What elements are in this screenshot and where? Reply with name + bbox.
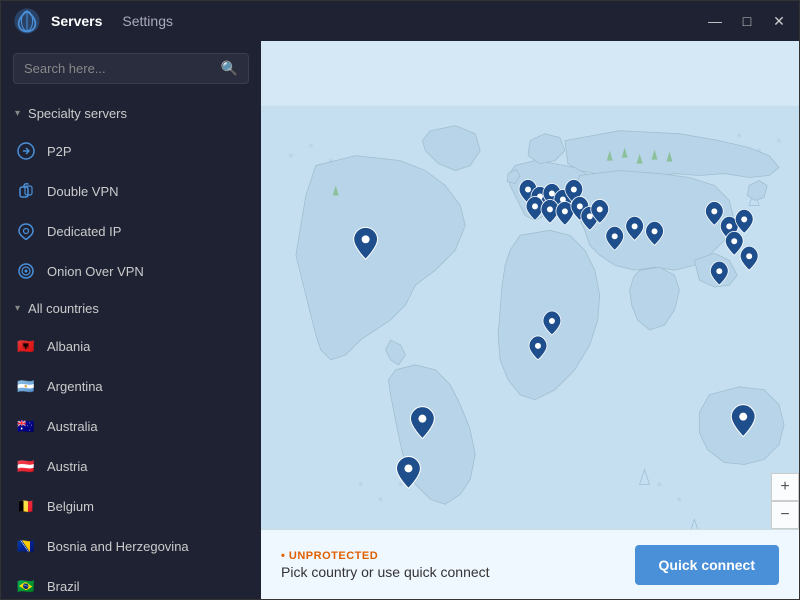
country-belgium: Belgium (47, 499, 94, 514)
sidebar-item-brazil[interactable]: 🇧🇷 Brazil (1, 566, 261, 599)
sidebar-item-argentina[interactable]: 🇦🇷 Argentina (1, 366, 261, 406)
app-logo (13, 7, 41, 35)
flag-austria: 🇦🇹 (15, 455, 37, 477)
quick-connect-button[interactable]: Quick connect (635, 545, 779, 585)
country-albania: Albania (47, 339, 90, 354)
country-bosnia: Bosnia and Herzegovina (47, 539, 189, 554)
dedicated-ip-icon (15, 220, 37, 242)
close-button[interactable]: ✕ (771, 13, 787, 30)
search-bar[interactable]: 🔍 (13, 53, 249, 84)
sidebar-item-australia[interactable]: 🇦🇺 Australia (1, 406, 261, 446)
map-area: • UNPROTECTED Pick country or use quick … (261, 41, 799, 599)
world-map (261, 41, 799, 599)
main-content: 🔍 ▾ Specialty servers P2P (1, 41, 799, 599)
sidebar-item-onion-vpn[interactable]: Onion Over VPN (1, 251, 261, 291)
minimize-button[interactable]: — (707, 13, 723, 29)
sidebar-item-p2p[interactable]: P2P (1, 131, 261, 171)
sidebar-list: ▾ Specialty servers P2P (1, 96, 261, 599)
sidebar-item-belgium[interactable]: 🇧🇪 Belgium (1, 486, 261, 526)
p2p-icon (15, 140, 37, 162)
zoom-out-button[interactable]: − (771, 501, 799, 529)
double-vpn-label: Double VPN (47, 184, 119, 199)
country-argentina: Argentina (47, 379, 103, 394)
title-bar-nav: Servers Settings (51, 13, 707, 29)
sidebar: 🔍 ▾ Specialty servers P2P (1, 41, 261, 599)
country-austria: Austria (47, 459, 87, 474)
flag-bosnia: 🇧🇦 (15, 535, 37, 557)
dedicated-ip-label: Dedicated IP (47, 224, 121, 239)
flag-argentina: 🇦🇷 (15, 375, 37, 397)
onion-vpn-label: Onion Over VPN (47, 264, 144, 279)
double-vpn-icon (15, 180, 37, 202)
title-bar-controls: — □ ✕ (707, 13, 787, 30)
zoom-in-button[interactable]: + (771, 473, 799, 501)
all-countries-section[interactable]: ▾ All countries (1, 291, 261, 326)
flag-australia: 🇦🇺 (15, 415, 37, 437)
status-text-block: • UNPROTECTED Pick country or use quick … (281, 550, 615, 580)
chevron-down-icon-countries: ▾ (15, 303, 20, 314)
sidebar-item-double-vpn[interactable]: Double VPN (1, 171, 261, 211)
flag-belgium: 🇧🇪 (15, 495, 37, 517)
nav-settings[interactable]: Settings (122, 13, 173, 29)
chevron-down-icon: ▾ (15, 108, 20, 119)
title-bar: Servers Settings — □ ✕ (1, 1, 799, 41)
sidebar-item-austria[interactable]: 🇦🇹 Austria (1, 446, 261, 486)
maximize-button[interactable]: □ (739, 13, 755, 29)
onion-vpn-icon (15, 260, 37, 282)
flag-albania: 🇦🇱 (15, 335, 37, 357)
flag-brazil: 🇧🇷 (15, 575, 37, 597)
search-icon: 🔍 (221, 60, 238, 77)
nav-servers[interactable]: Servers (51, 13, 102, 29)
country-australia: Australia (47, 419, 98, 434)
map-controls: + − (771, 473, 799, 529)
sidebar-item-dedicated-ip[interactable]: Dedicated IP (1, 211, 261, 251)
sidebar-item-albania[interactable]: 🇦🇱 Albania (1, 326, 261, 366)
bottom-status-bar: • UNPROTECTED Pick country or use quick … (261, 529, 799, 599)
unprotected-label: • UNPROTECTED (281, 550, 615, 562)
sidebar-item-bosnia[interactable]: 🇧🇦 Bosnia and Herzegovina (1, 526, 261, 566)
specialty-servers-section[interactable]: ▾ Specialty servers (1, 96, 261, 131)
all-countries-label: All countries (28, 301, 99, 316)
p2p-label: P2P (47, 144, 72, 159)
app-window: Servers Settings — □ ✕ 🔍 ▾ Specialty ser… (0, 0, 800, 600)
pick-country-text: Pick country or use quick connect (281, 564, 615, 580)
specialty-servers-label: Specialty servers (28, 106, 127, 121)
country-brazil: Brazil (47, 579, 80, 594)
search-input[interactable] (24, 61, 213, 76)
